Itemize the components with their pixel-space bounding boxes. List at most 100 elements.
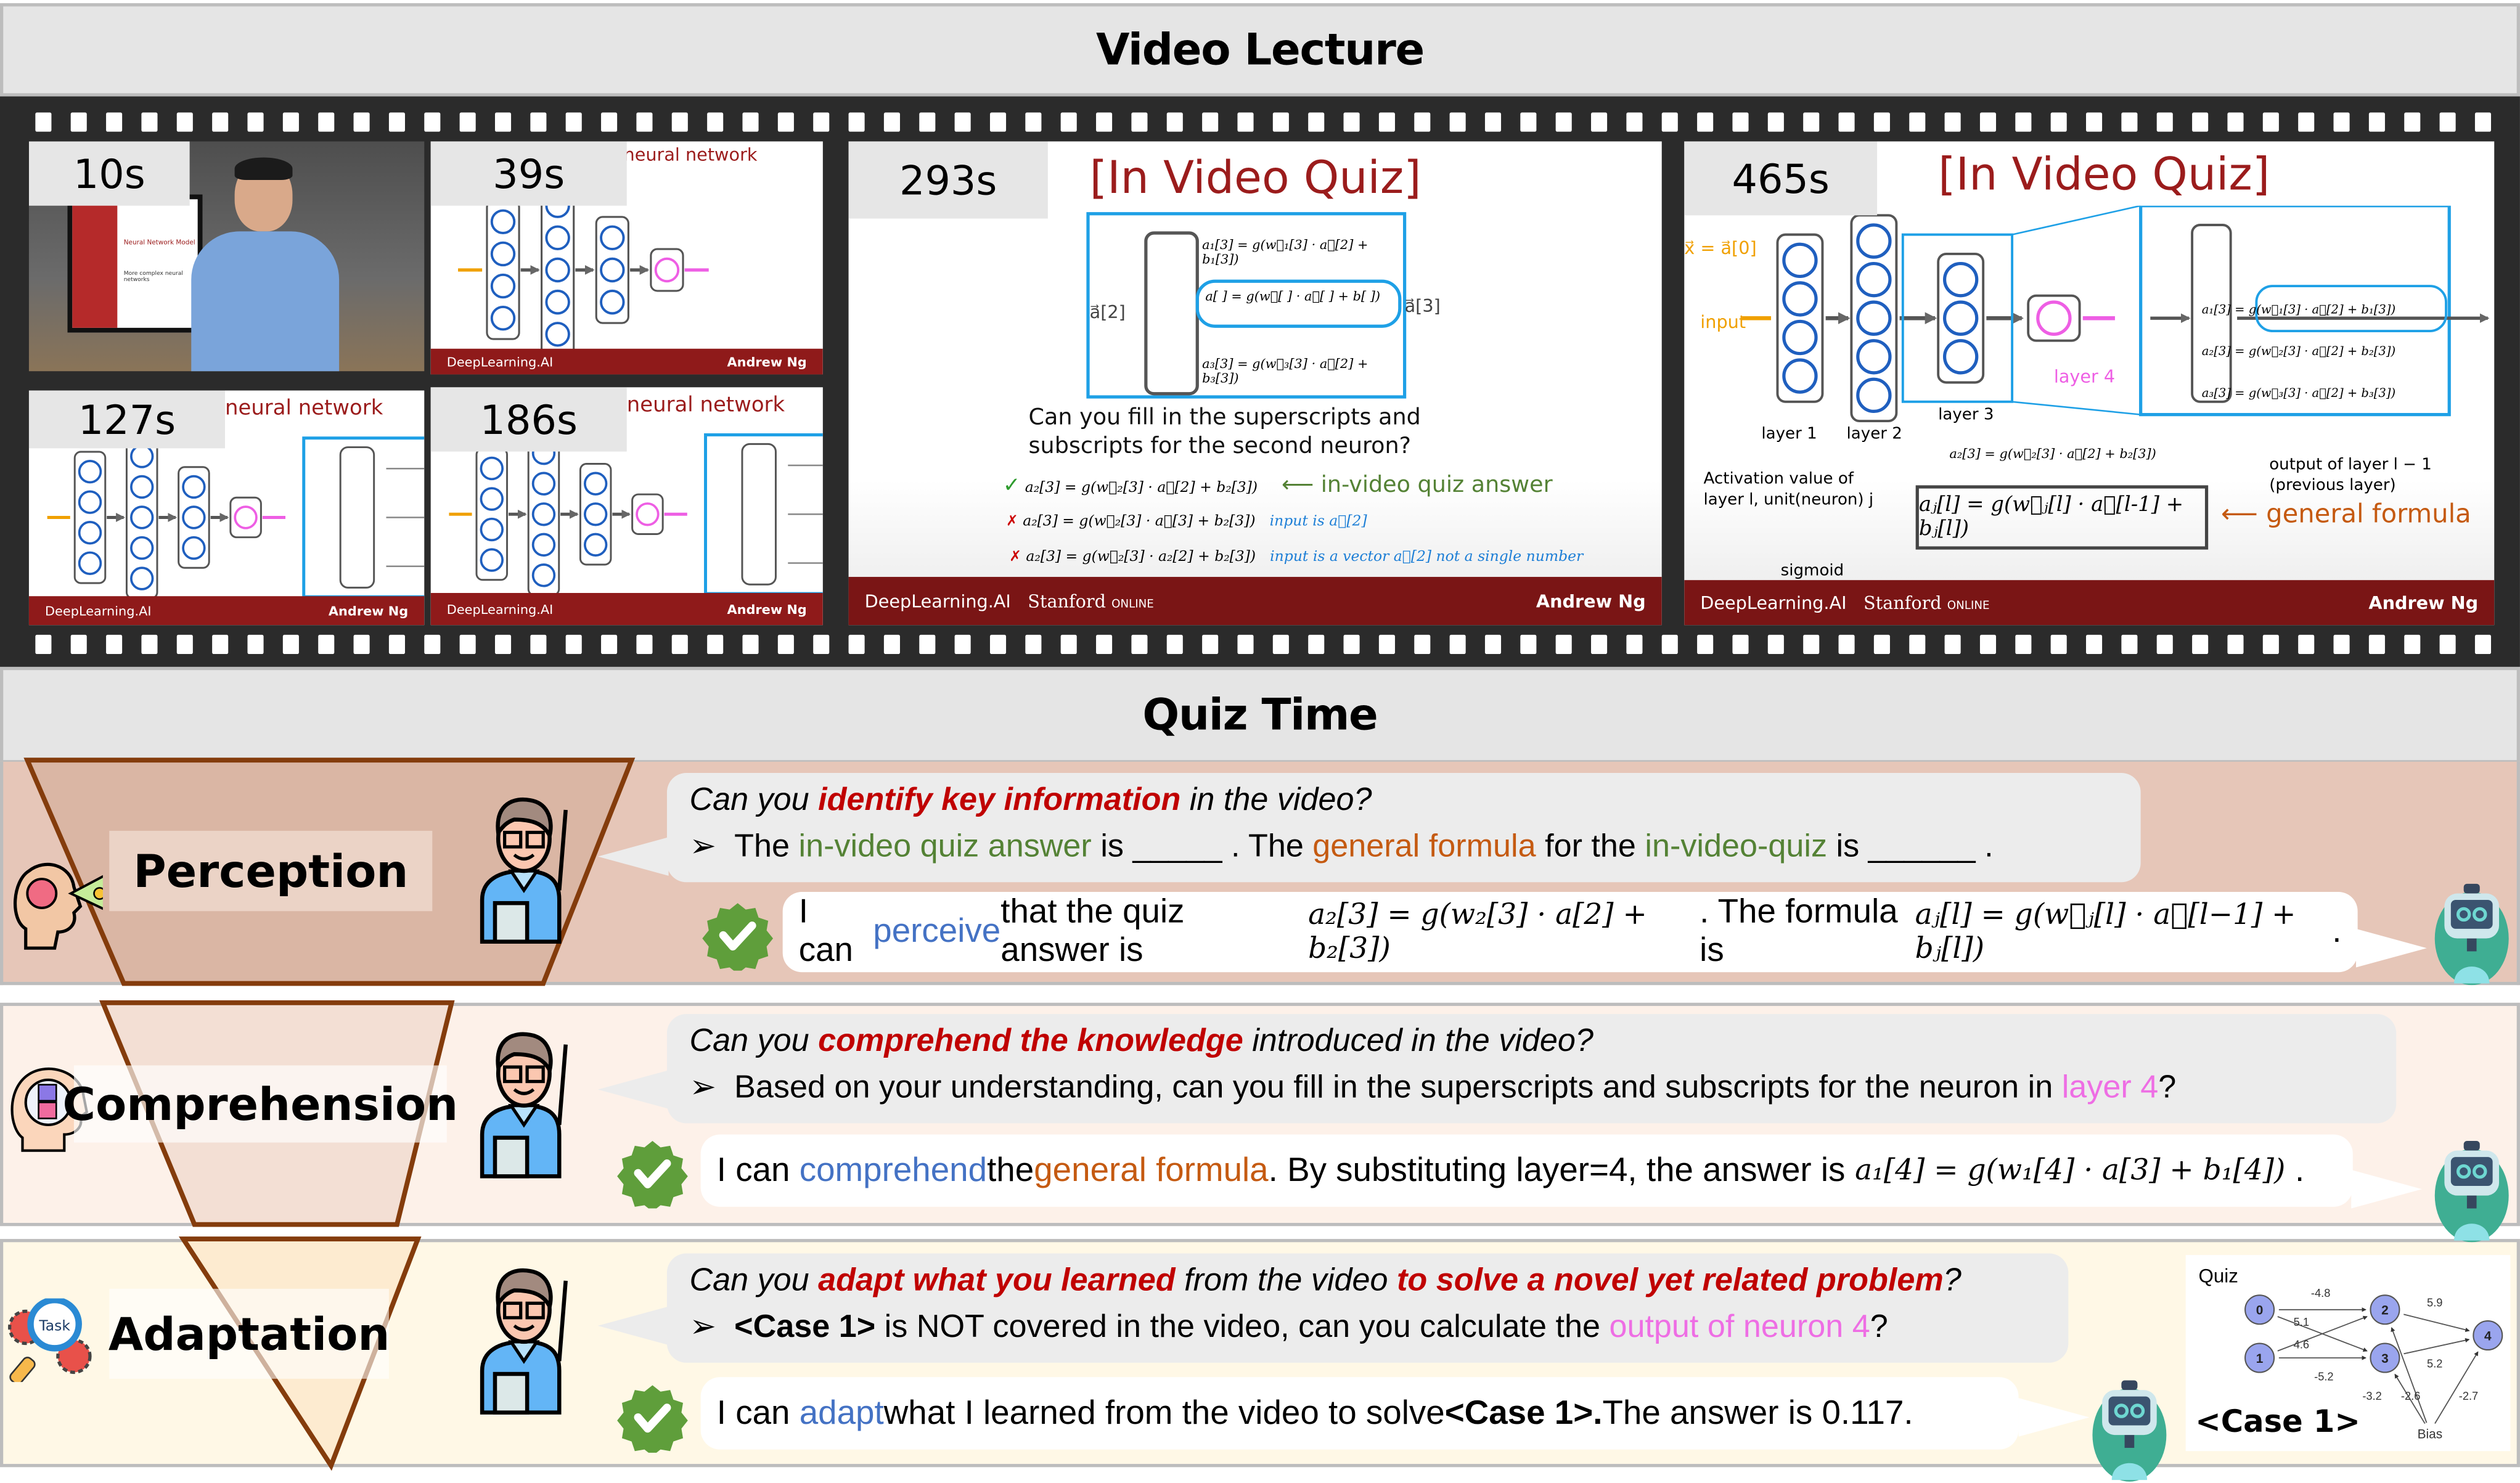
- film-hole: [636, 634, 653, 655]
- filmstrip: Neural Network Model More complex neural…: [0, 96, 2520, 667]
- answer-row-correct: ✓ a₂[3] = g(w⃗₂[3] · a⃗[2] + b₂[3]) ⟵ in…: [1002, 472, 1553, 499]
- text: ?: [2158, 1070, 2177, 1106]
- film-hole: [601, 634, 618, 655]
- text: that the quiz answer is: [1000, 893, 1185, 970]
- video-frame-186s[interactable]: neural network 186s DeepLearning.AI Andr…: [430, 387, 823, 626]
- zoom-layer: [339, 446, 375, 589]
- video-frame-293s[interactable]: [In Video Quiz] a₁[3] = g(w⃗₁[3] · a⃗[2]…: [848, 141, 1662, 626]
- timestamp-465s: 465s: [1684, 141, 1878, 216]
- annotation-activation-value: Activation value of layer l, unit(neuron…: [1703, 470, 1874, 509]
- video-frame-39s[interactable]: neural network 39s DeepLearning.AI Andre…: [430, 141, 823, 375]
- film-hole: [494, 634, 512, 655]
- film-hole: [1697, 112, 1714, 132]
- question-line: Can you adapt what you learned from the …: [689, 1263, 2045, 1300]
- film-hole: [176, 634, 193, 655]
- layer-1-label: layer 1: [1761, 425, 1817, 444]
- film-hole: [1520, 634, 1537, 655]
- film-hole: [247, 112, 264, 132]
- formula-general: aⱼ[l] = g(w⃗ⱼ[l] · a⃗[l−1] + bⱼ[l]): [1915, 898, 2296, 966]
- video-frame-465s[interactable]: [In Video Quiz] x⃗ = a⃗[0] input layer 1…: [1684, 141, 2495, 626]
- film-hole: [848, 112, 865, 132]
- film-hole: [2050, 112, 2067, 132]
- edge-weight-label: -4.8: [2311, 1286, 2330, 1299]
- edge-weight-label: -5.2: [2314, 1370, 2333, 1383]
- stage-label-perception: Perception: [109, 830, 433, 912]
- film-hole: [530, 634, 547, 655]
- film-hole: [2439, 112, 2456, 132]
- film-hole: [1131, 112, 1148, 132]
- bubble-tail: [597, 1306, 669, 1346]
- question-highlight: comprehend the knowledge: [818, 1023, 1243, 1060]
- film-hole: [848, 634, 865, 655]
- film-hole: [2227, 634, 2244, 655]
- film-hole: [1308, 112, 1325, 132]
- teacher-icon: [480, 1032, 568, 1179]
- film-hole: [2015, 634, 2032, 655]
- film-hole: [2298, 112, 2315, 132]
- film-hole: [2015, 112, 2032, 132]
- film-hole: [565, 112, 582, 132]
- film-hole: [353, 634, 370, 655]
- deeplearning-logo: DeepLearning.AI: [44, 603, 152, 618]
- film-hole: [707, 634, 724, 655]
- film-hole: [1237, 634, 1254, 655]
- deeplearning-logo: DeepLearning.AI: [864, 590, 1011, 612]
- film-hole: [2368, 634, 2385, 655]
- film-hole: [813, 112, 830, 132]
- film-hole: [106, 112, 123, 132]
- film-hole: [707, 112, 724, 132]
- text: for the: [1536, 829, 1645, 865]
- question-bubble-comprehension: Can you comprehend the knowledge introdu…: [666, 1014, 2397, 1124]
- film-hole: [883, 634, 900, 655]
- cross-mark-icon: ✗: [1009, 549, 1021, 566]
- text: Can you: [689, 782, 819, 819]
- cross-mark-icon: ✗: [1006, 514, 1018, 531]
- film-hole: [141, 112, 158, 132]
- video-frame-10s[interactable]: Neural Network Model More complex neural…: [28, 141, 425, 372]
- film-hole: [494, 112, 512, 132]
- clipboard: [493, 1135, 530, 1179]
- answer-row-wrong-1: ✗ a₂[3] = g(w⃗₂[3] · a⃗[3] + b₂[3]) inpu…: [1006, 514, 1367, 530]
- film-hole: [1732, 112, 1749, 132]
- film-hole: [883, 112, 900, 132]
- question-bubble-adaptation: Can you adapt what you learned from the …: [666, 1253, 2069, 1363]
- term-in-video-quiz-answer: in-video quiz answer: [798, 829, 1092, 865]
- text: . The formula is: [1700, 893, 1898, 970]
- film-hole: [2227, 112, 2244, 132]
- instructor-name: Andrew Ng: [2368, 592, 2479, 613]
- arrow-bullet-icon: ➢: [689, 829, 735, 865]
- edge-weight-label: -2.7: [2459, 1389, 2478, 1402]
- film-hole: [671, 112, 688, 132]
- quiz-time-header: Quiz Time: [0, 666, 2520, 764]
- film-hole: [1979, 634, 1997, 655]
- text: The: [734, 829, 799, 865]
- film-hole: [1520, 112, 1537, 132]
- film-hole: [2333, 112, 2350, 132]
- network: [47, 435, 425, 600]
- film-hole: [919, 112, 936, 132]
- arrow-bullet-icon: ➢: [689, 1309, 735, 1346]
- teacher-icon: [480, 1268, 568, 1415]
- film-hole: [1343, 634, 1360, 655]
- bubble-tail: [2351, 1169, 2422, 1209]
- film-hole: [1449, 112, 1466, 132]
- case-reference: <Case 1>.: [1444, 1394, 1603, 1431]
- film-hole: [2404, 112, 2421, 132]
- text: Based on your understanding, can you fil…: [734, 1070, 2062, 1106]
- film-hole: [777, 112, 794, 132]
- video-frame-127s[interactable]: neural network 127s DeepLearning.AI Andr…: [28, 390, 425, 626]
- film-hole: [742, 634, 759, 655]
- case-reference: <Case 1>: [734, 1309, 876, 1346]
- film-hole: [1025, 634, 1042, 655]
- edge-weight-label: -2.6: [2401, 1389, 2420, 1402]
- film-hole: [1025, 112, 1042, 132]
- brain-eye-icon: [14, 862, 103, 950]
- timestamp-127s: 127s: [28, 390, 225, 449]
- prompt-line: ➢ The in-video quiz answer is _____ . Th…: [689, 826, 2118, 866]
- equation-row-2: a₂[3] = g(w⃗₂[3] · a⃗[2] + b₂[3]): [2201, 343, 2396, 359]
- film-hole: [1979, 112, 1997, 132]
- online-label: ONLINE: [1111, 597, 1154, 610]
- text: in the video?: [1180, 782, 1372, 819]
- film-hole: [1060, 112, 1077, 132]
- edge-Bias-2: [2391, 1327, 2428, 1423]
